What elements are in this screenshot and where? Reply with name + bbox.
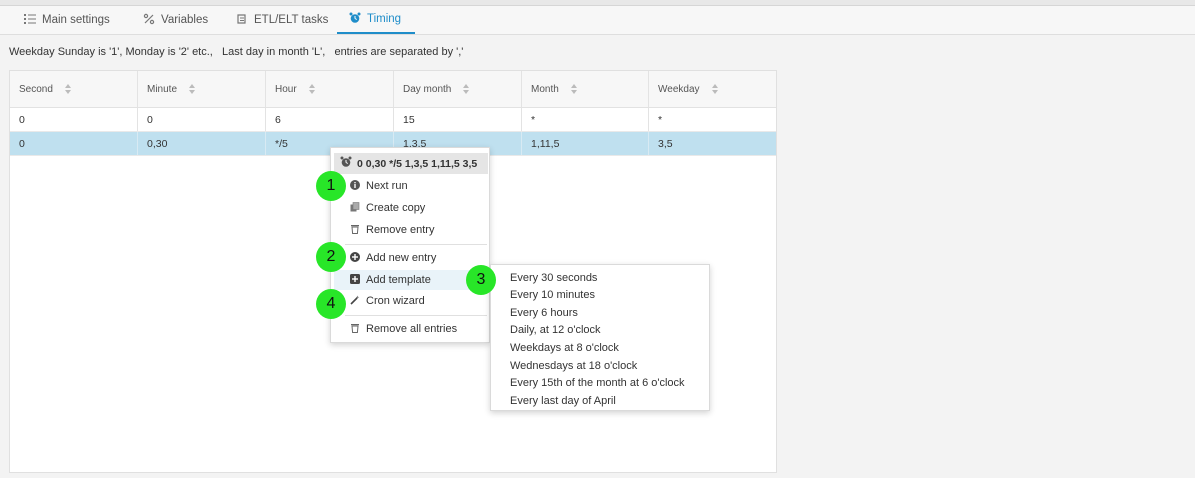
menu-divider (345, 244, 487, 245)
magic-wand-icon (350, 295, 360, 308)
column-label: Minute (147, 83, 178, 95)
column-label: Second (19, 83, 53, 95)
tab-label: Main settings (42, 14, 110, 26)
context-menu-header: 0 0,30 */5 1,3,5 1,11,5 3,5 (334, 153, 488, 174)
cell-second[interactable]: 0 (10, 108, 138, 131)
cell-second[interactable]: 0 (10, 132, 138, 155)
trash-icon (350, 224, 360, 237)
tab-timing[interactable]: Timing (337, 6, 415, 34)
annotation-badge-1: 1 (316, 171, 346, 201)
menu-item-remove-all-entries[interactable]: Remove all entries (334, 319, 488, 339)
template-daily-12[interactable]: Daily, at 12 o'clock (491, 321, 709, 338)
annotation-badge-4: 4 (316, 289, 346, 319)
column-header-minute[interactable]: Minute (138, 71, 266, 107)
list-icon (24, 13, 36, 28)
table-row[interactable]: 0 0 6 15 * * (10, 108, 776, 132)
menu-item-create-copy[interactable]: Create copy (334, 198, 488, 218)
tab-variables[interactable]: Variables (143, 6, 208, 34)
column-header-weekday[interactable]: Weekday (649, 71, 776, 107)
menu-item-label: Cron wizard (366, 295, 425, 307)
menu-item-add-new-entry[interactable]: Add new entry (334, 248, 488, 268)
menu-item-label: Add template (366, 274, 431, 286)
cell-weekday[interactable]: * (649, 108, 776, 131)
menu-item-label: Remove entry (366, 224, 435, 236)
cell-hour[interactable]: 6 (266, 108, 394, 131)
menu-item-add-template[interactable]: Add template (334, 270, 488, 290)
column-header-day-month[interactable]: Day month (394, 71, 522, 107)
context-menu: 0 0,30 */5 1,3,5 1,11,5 3,5 Next run Cre… (330, 147, 490, 343)
menu-item-remove-entry[interactable]: Remove entry (334, 220, 488, 240)
menu-item-label: Remove all entries (366, 323, 458, 335)
cell-minute[interactable]: 0 (138, 108, 266, 131)
sort-icon[interactable] (189, 84, 196, 94)
menu-item-cron-wizard[interactable]: Cron wizard (334, 291, 488, 311)
column-label: Weekday (658, 83, 700, 95)
menu-item-label: Add new entry (366, 252, 437, 264)
template-every-30-seconds[interactable]: Every 30 seconds (491, 269, 709, 286)
template-every-10-minutes[interactable]: Every 10 minutes (491, 286, 709, 303)
cell-minute[interactable]: 0,30 (138, 132, 266, 155)
cron-expression: 0 0,30 */5 1,3,5 1,11,5 3,5 (357, 157, 478, 170)
plus-square-icon (350, 273, 360, 287)
menu-divider (345, 315, 487, 316)
annotation-badge-2: 2 (316, 242, 346, 272)
menu-item-next-run[interactable]: Next run (334, 176, 488, 196)
column-header-month[interactable]: Month (522, 71, 649, 107)
scroll-icon (236, 13, 248, 28)
grid-header: Second Minute Hour Day month Month Weekd… (10, 71, 776, 108)
alarm-clock-icon (340, 156, 352, 171)
column-header-second[interactable]: Second (10, 71, 138, 107)
trash-icon (350, 323, 360, 336)
copy-icon (350, 201, 360, 215)
tab-label: Variables (161, 14, 209, 26)
template-last-day-april[interactable]: Every last day of April (491, 392, 709, 409)
tab-label: Timing (367, 13, 402, 25)
column-label: Day month (403, 83, 452, 95)
percent-icon (143, 13, 155, 28)
column-label: Month (531, 83, 559, 95)
template-submenu: Every 30 seconds Every 10 minutes Every … (490, 264, 710, 411)
template-weekdays-8[interactable]: Weekdays at 8 o'clock (491, 339, 709, 356)
column-label: Hour (275, 83, 297, 95)
sort-icon[interactable] (64, 84, 71, 94)
sort-icon[interactable] (711, 84, 718, 94)
alarm-clock-icon (349, 12, 361, 27)
menu-item-label: Create copy (366, 202, 426, 214)
template-15th-of-month[interactable]: Every 15th of the month at 6 o'clock (491, 374, 709, 391)
template-every-6-hours[interactable]: Every 6 hours (491, 304, 709, 321)
info-icon (350, 179, 360, 193)
cell-weekday[interactable]: 3,5 (649, 132, 776, 155)
cell-month[interactable]: 1,11,5 (522, 132, 649, 155)
tab-main-settings[interactable]: Main settings (24, 6, 110, 34)
tab-etl-tasks[interactable]: ETL/ELT tasks (236, 6, 328, 34)
sort-icon[interactable] (308, 84, 315, 94)
column-header-hour[interactable]: Hour (266, 71, 394, 107)
template-wednesdays-18[interactable]: Wednesdays at 18 o'clock (491, 357, 709, 374)
annotation-badge-3: 3 (466, 265, 496, 295)
timing-hint: Weekday Sunday is '1', Monday is '2' etc… (9, 46, 464, 58)
tab-label: ETL/ELT tasks (254, 14, 329, 26)
tab-bar: Main settings Variables ETL/ELT tasks Ti… (0, 6, 1195, 35)
plus-circle-icon (350, 251, 360, 265)
sort-icon[interactable] (463, 84, 470, 94)
cell-month[interactable]: * (522, 108, 649, 131)
sort-icon[interactable] (570, 84, 577, 94)
cell-day-month[interactable]: 15 (394, 108, 522, 131)
menu-item-label: Next run (366, 180, 408, 192)
